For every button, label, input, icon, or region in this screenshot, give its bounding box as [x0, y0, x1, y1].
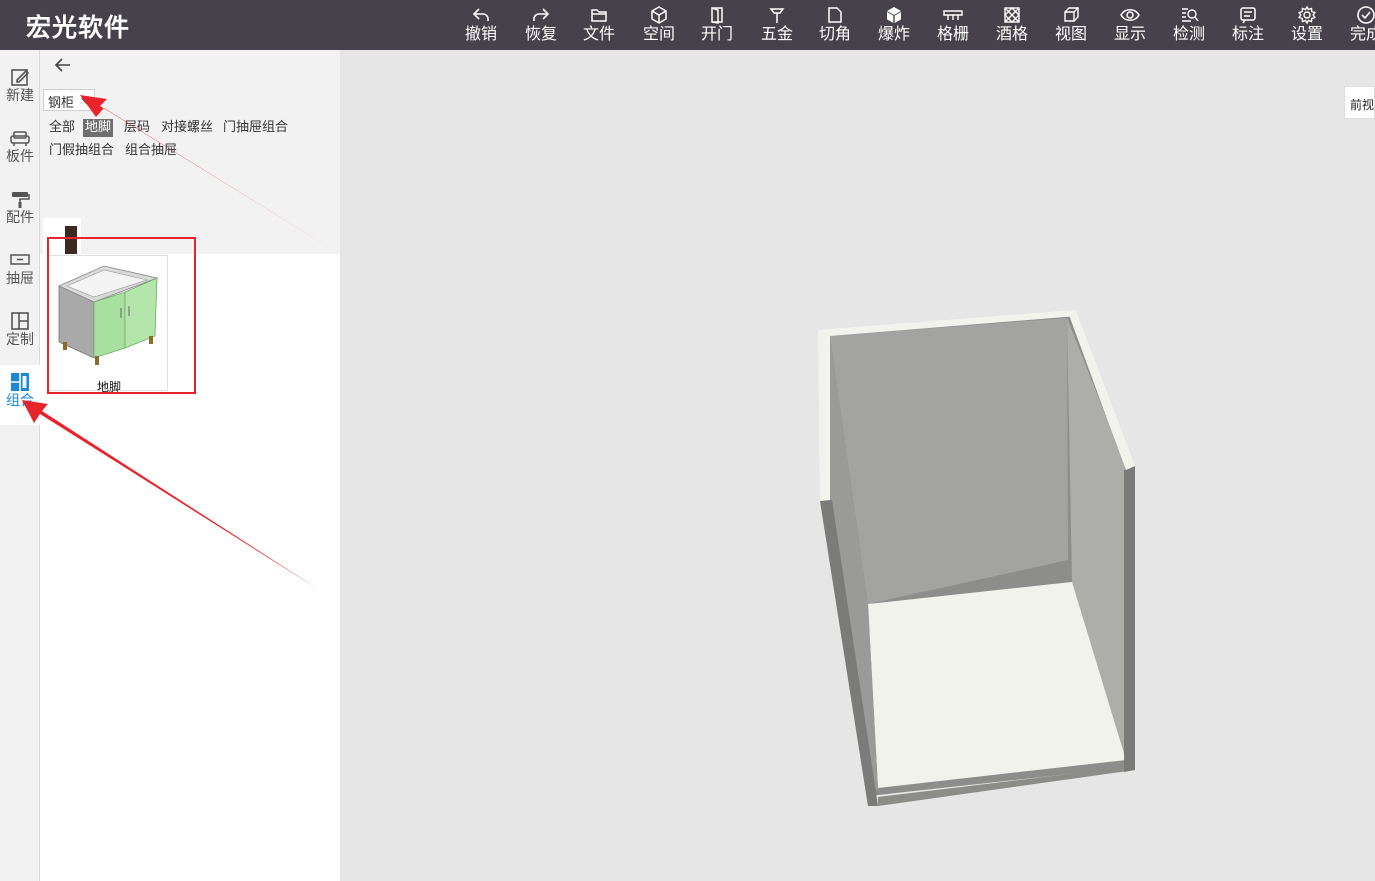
inspect-icon	[1182, 8, 1199, 22]
category-select[interactable]: 钢柜	[43, 89, 95, 111]
undo-label: 撤销	[464, 24, 497, 43]
settings-label: 设置	[1290, 24, 1323, 43]
grille-icon	[943, 10, 963, 20]
done-label: 完成	[1349, 24, 1375, 43]
drawer-icon	[10, 254, 30, 265]
file-button[interactable]: 文件	[571, 3, 627, 47]
edit-icon	[11, 69, 30, 86]
chamfer-icon	[828, 7, 842, 23]
explode-button[interactable]: 爆炸	[866, 3, 922, 47]
nav-parts-label: 配件	[6, 210, 34, 226]
display-button[interactable]: 显示	[1102, 3, 1158, 47]
file-label: 文件	[582, 24, 615, 43]
grille-button[interactable]: 格栅	[925, 3, 981, 47]
roller-icon	[12, 192, 30, 208]
category-combo-drawer[interactable]: 组合抽屉	[125, 142, 177, 160]
redo-label: 恢复	[524, 24, 557, 43]
view-front-button[interactable]: 前视	[1344, 86, 1375, 119]
layout-icon	[11, 312, 29, 330]
back-button[interactable]	[52, 54, 74, 76]
category-select-value: 钢柜	[48, 96, 75, 111]
left-nav: 新建 板件 配件 抽屉 定制 组合	[0, 50, 40, 881]
view-cube-icon	[1064, 7, 1079, 22]
settings-button[interactable]: 设置	[1279, 3, 1335, 47]
chamfer-label: 切角	[818, 24, 851, 43]
category-connector-screw[interactable]: 对接螺丝	[161, 119, 213, 137]
check-circle-icon	[1357, 6, 1375, 24]
door-icon	[711, 7, 723, 24]
nav-parts[interactable]: 配件	[0, 182, 40, 242]
nav-custom[interactable]: 定制	[0, 304, 40, 364]
wine-rack-icon	[1004, 7, 1020, 23]
chamfer-button[interactable]: 切角	[807, 3, 863, 47]
annotate-icon	[1240, 7, 1256, 24]
cube-solid-icon	[887, 7, 901, 23]
top-bar: 宏光软件 撤销 恢复 文件 空间 开门 五金 切角 爆炸 格栅 酒格 视图 显示…	[0, 0, 1375, 50]
arrow-left-icon	[54, 58, 70, 72]
cube-outline-icon	[651, 6, 667, 24]
hardware-button[interactable]: 五金	[749, 3, 805, 47]
highlight-box	[47, 237, 196, 394]
category-shelf-pin[interactable]: 层码	[124, 119, 150, 137]
space-button[interactable]: 空间	[631, 3, 687, 47]
hardware-label: 五金	[760, 24, 793, 43]
3d-viewport[interactable]	[340, 50, 1375, 881]
folder-icon	[591, 9, 607, 22]
grille-label: 格栅	[936, 24, 969, 43]
cabinet-model	[818, 310, 1135, 806]
space-label: 空间	[642, 24, 675, 43]
redo-button[interactable]: 恢复	[513, 3, 569, 47]
door-button[interactable]: 开门	[689, 3, 745, 47]
nav-board[interactable]: 板件	[0, 121, 40, 181]
display-label: 显示	[1113, 24, 1146, 43]
view-button[interactable]: 视图	[1043, 3, 1099, 47]
panel-header: 钢柜 全部 地脚 层码 对接螺丝 门抽屉组合 门假抽组合 组合抽屉	[40, 50, 340, 254]
sofa-icon	[10, 131, 30, 146]
nav-drawer[interactable]: 抽屉	[0, 243, 40, 303]
category-door-drawer-combo[interactable]: 门抽屉组合	[223, 119, 288, 137]
category-feet[interactable]: 地脚	[83, 119, 114, 137]
redo-icon	[533, 8, 550, 21]
category-door-fake-drawer-combo[interactable]: 门假抽组合	[49, 142, 114, 160]
chevron-down-icon	[81, 98, 91, 104]
nav-new-label: 新建	[6, 88, 34, 104]
explode-label: 爆炸	[877, 24, 910, 43]
eye-icon	[1120, 9, 1140, 21]
undo-icon	[472, 8, 489, 21]
undo-button[interactable]: 撤销	[453, 3, 509, 47]
nav-combo-label: 组合	[6, 393, 34, 409]
view-label: 视图	[1054, 24, 1087, 43]
nav-new[interactable]: 新建	[0, 60, 40, 120]
nav-drawer-label: 抽屉	[6, 271, 34, 287]
main-toolbar: 撤销 恢复 文件 空间 开门 五金 切角 爆炸 格栅 酒格 视图 显示 检测 标…	[0, 0, 1375, 50]
nav-combo[interactable]: 组合	[0, 365, 40, 425]
annotate-label: 标注	[1231, 24, 1264, 43]
library-panel: 钢柜 全部 地脚 层码 对接螺丝 门抽屉组合 门假抽组合 组合抽屉 地脚	[40, 50, 340, 881]
hardware-icon	[769, 8, 785, 23]
door-label: 开门	[700, 24, 733, 43]
done-button[interactable]: 完成	[1338, 3, 1375, 47]
inspect-button[interactable]: 检测	[1161, 3, 1217, 47]
combo-icon	[11, 373, 29, 391]
nav-custom-label: 定制	[6, 332, 34, 348]
annotate-button[interactable]: 标注	[1220, 3, 1276, 47]
category-all[interactable]: 全部	[49, 119, 75, 137]
wine-rack-label: 酒格	[995, 24, 1028, 43]
wine-rack-button[interactable]: 酒格	[984, 3, 1040, 47]
gear-icon	[1298, 5, 1316, 25]
nav-board-label: 板件	[6, 149, 34, 165]
inspect-label: 检测	[1172, 24, 1205, 43]
